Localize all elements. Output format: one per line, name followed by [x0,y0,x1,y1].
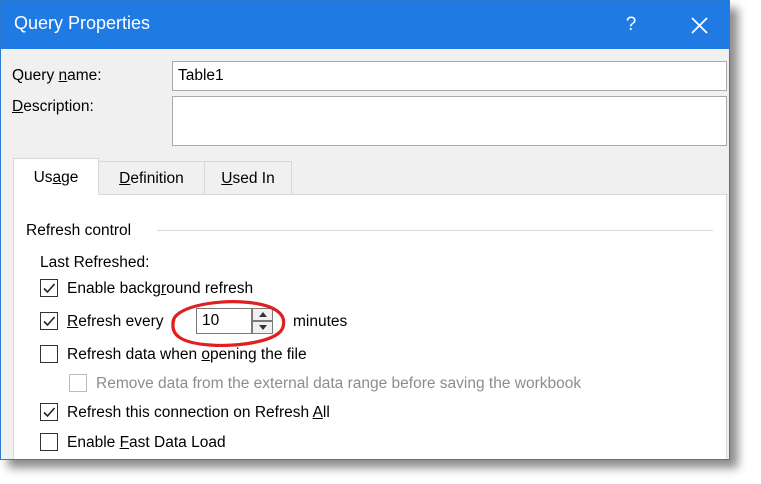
tab-used-in-label: Used In [221,170,275,187]
close-button[interactable] [677,7,721,43]
tab-usage[interactable]: Usage [13,158,99,195]
spin-up-button[interactable] [252,308,273,321]
refresh-on-open-checkbox[interactable] [40,345,58,363]
enable-fast-data-load-label[interactable]: Enable Fast Data Load [67,434,226,452]
enable-fast-data-load-checkbox[interactable] [40,433,58,451]
help-button[interactable]: ? [609,7,653,43]
group-divider [157,230,713,231]
query-properties-dialog: Query Properties ? Query name: Descripti… [0,0,730,460]
last-refreshed-label: Last Refreshed: [40,254,150,271]
remove-data-before-save-label[interactable]: Remove data from the external data range… [96,375,581,393]
refresh-on-refresh-all-checkbox[interactable] [40,403,58,421]
window-title: Query Properties [14,13,151,33]
refresh-on-refresh-all-label[interactable]: Refresh this connection on Refresh All [67,404,330,422]
refresh-on-open-label[interactable]: Refresh data when opening the file [67,346,307,364]
checkmark-icon [43,316,56,327]
close-icon [691,17,708,34]
query-name-input[interactable] [172,61,727,91]
tab-used-in[interactable]: Used In [204,161,292,194]
spin-down-button[interactable] [252,321,273,334]
refresh-interval-input[interactable] [196,308,252,334]
description-textarea[interactable] [172,96,727,146]
tab-definition[interactable]: Definition [98,161,205,194]
refresh-every-checkbox[interactable] [40,312,58,330]
enable-background-refresh-label[interactable]: Enable background refresh [67,280,253,298]
tab-definition-label: Definition [119,170,184,187]
checkmark-icon [43,407,56,418]
enable-background-refresh-checkbox[interactable] [40,279,58,297]
refresh-control-group-title: Refresh control [26,222,132,239]
description-label: Description: [12,98,94,115]
tab-usage-label: Usage [33,169,79,186]
refresh-every-label[interactable]: Refresh every [67,313,164,331]
query-name-label: Query name: [12,67,102,84]
title-bar[interactable]: Query Properties ? [1,1,729,49]
triangle-down-icon [259,325,267,330]
triangle-up-icon [259,312,267,317]
minutes-unit-label: minutes [293,313,348,330]
checkmark-icon [43,283,56,294]
remove-data-before-save-checkbox[interactable] [69,374,87,392]
